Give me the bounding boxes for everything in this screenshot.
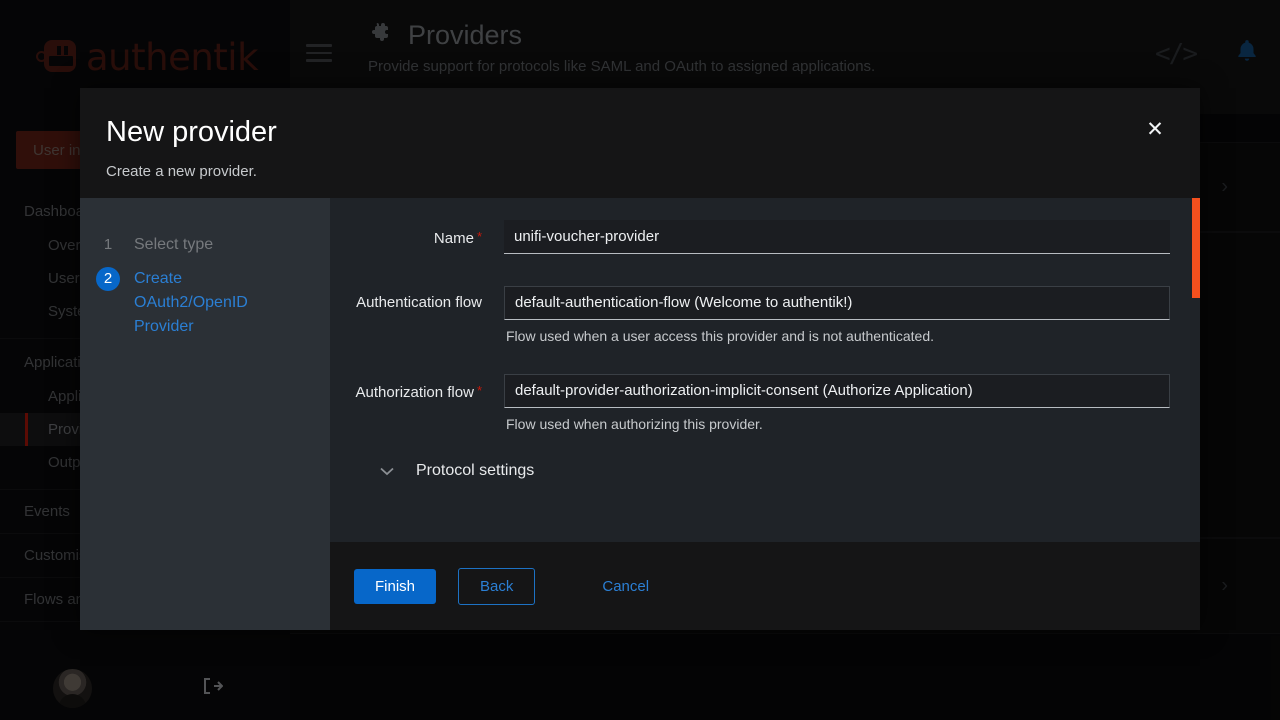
name-label: Name*: [354, 220, 504, 256]
authentication-flow-label: Authentication flow: [354, 286, 504, 320]
field-row-name: Name*: [354, 220, 1170, 256]
finish-button[interactable]: Finish: [354, 569, 436, 604]
cancel-button[interactable]: Cancel: [590, 569, 661, 604]
step-number-badge: 2: [96, 267, 120, 291]
wizard-steps: 1 Select type 2 Create OAuth2/OpenID Pro…: [80, 198, 330, 542]
provider-form: Name* Authentication flow default-authen…: [330, 198, 1200, 542]
protocol-settings-label: Protocol settings: [416, 462, 534, 480]
field-row-authorization-flow: Authorization flow* default-provider-aut…: [354, 374, 1170, 432]
authorization-flow-label-text: Authorization flow: [356, 384, 474, 401]
new-provider-modal: New provider Create a new provider. ✕ 1 …: [80, 88, 1200, 630]
modal-description: Create a new provider.: [106, 163, 1168, 180]
chevron-down-icon: [380, 463, 394, 480]
modal-scrollbar-thumb[interactable]: [1192, 198, 1200, 298]
step-number: 1: [96, 233, 120, 257]
authorization-flow-label: Authorization flow*: [354, 374, 504, 410]
protocol-settings-toggle[interactable]: Protocol settings: [354, 462, 1170, 480]
authentication-flow-select[interactable]: default-authentication-flow (Welcome to …: [504, 286, 1170, 320]
step-label: Select type: [134, 233, 213, 257]
required-asterisk: *: [477, 229, 482, 244]
authentication-flow-help: Flow used when a user access this provid…: [504, 328, 1170, 344]
name-input[interactable]: [504, 220, 1170, 254]
name-label-text: Name: [434, 230, 474, 247]
required-asterisk: *: [477, 383, 482, 398]
app-root: authentik User interface Dashboards Over…: [0, 0, 1280, 720]
modal-title: New provider: [106, 116, 1168, 149]
wizard-step-select-type[interactable]: 1 Select type: [80, 228, 330, 262]
step-label: Create OAuth2/OpenID Provider: [134, 267, 274, 339]
close-icon[interactable]: ✕: [1140, 114, 1170, 144]
authorization-flow-help: Flow used when authorizing this provider…: [504, 416, 1170, 432]
back-button[interactable]: Back: [458, 568, 535, 605]
modal-header: New provider Create a new provider. ✕: [80, 88, 1200, 198]
field-row-authentication-flow: Authentication flow default-authenticati…: [354, 286, 1170, 344]
authorization-flow-select[interactable]: default-provider-authorization-implicit-…: [504, 374, 1170, 408]
modal-footer: Finish Back Cancel: [80, 542, 1200, 630]
footer-step-panel: [80, 542, 330, 630]
wizard-step-create-provider[interactable]: 2 Create OAuth2/OpenID Provider: [80, 262, 330, 344]
modal-body: 1 Select type 2 Create OAuth2/OpenID Pro…: [80, 198, 1200, 542]
